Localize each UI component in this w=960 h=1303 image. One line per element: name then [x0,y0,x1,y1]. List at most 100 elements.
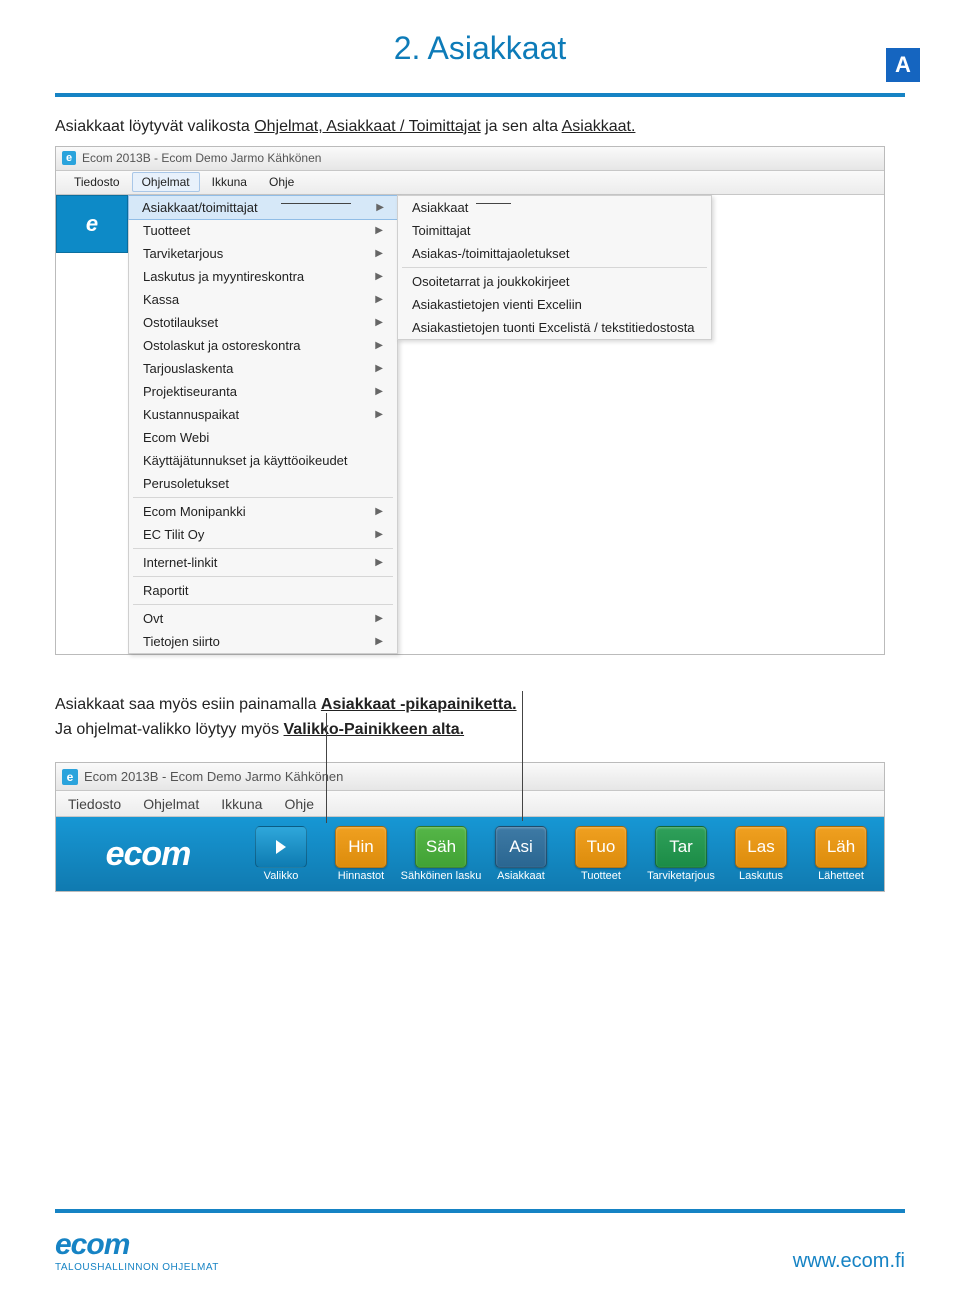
menu-ohjelmat[interactable]: Ohjelmat [132,172,200,192]
menu-separator [133,497,393,498]
menubar: Tiedosto Ohjelmat Ikkuna Ohje [56,171,884,195]
mid1a: Asiakkaat saa myös esiin painamalla [55,696,321,713]
submenu-item[interactable]: Asiakastietojen tuonti Excelistä / tekst… [398,316,711,339]
toolbar-item-valikko: Valikko [246,826,316,882]
las-button[interactable]: Las [735,826,787,868]
menu-ohje[interactable]: Ohje [259,172,304,192]
menu-item[interactable]: Internet-linkit ▶ [129,551,397,574]
toolbar-item-lah: Läh Lähetteet [806,826,876,882]
menu-item-label: Ecom Webi [143,430,209,445]
submenu-arrow-icon: ▶ [375,248,383,259]
menu-item[interactable]: Ostotilaukset▶ [129,311,397,334]
menu-item-label: Perusoletukset [143,476,229,491]
menu-item-label: Ovt [143,611,163,626]
asi-button[interactable]: Asi [495,826,547,868]
mid1b: Asiakkaat -pikapainiketta. [321,696,517,713]
submenu-arrow-icon: ▶ [375,363,383,374]
menu-separator [402,267,707,268]
footer-rule [55,1209,905,1213]
submenu-item-label: Toimittajat [412,223,471,238]
menu-item-label: Raportit [143,583,189,598]
toolbar-label: Asiakkaat [497,870,545,882]
mid-text-1: Asiakkaat saa myös esiin painamalla Asia… [55,695,905,716]
menu-item[interactable]: Käyttäjätunnukset ja käyttöoikeudet [129,449,397,472]
submenu-item-label: Osoitetarrat ja joukkokirjeet [412,274,570,289]
menu-item[interactable]: EC Tilit Oy▶ [129,523,397,546]
footer: ecom TALOUSHALLINNON OHJELMAT www.ecom.f… [55,1228,905,1273]
toolbar-label: Tarviketarjous [647,870,715,882]
toolbar: ecom ValikkoHinHinnastotSähSähköinen las… [56,817,884,891]
menu-item[interactable]: Raportit [129,579,397,602]
app-icon: e [62,151,76,165]
dropdown-col2: Asiakkaat Toimittajat Asiakas-/toimittajao… [397,195,712,340]
menu2-ohje[interactable]: Ohje [284,796,314,812]
window-title: Ecom 2013B - Ecom Demo Jarmo Kähkönen [82,151,321,165]
submenu-arrow-icon: ▶ [375,340,383,351]
app-icon: e [62,769,78,785]
submenu-item[interactable]: Asiakkaat [398,196,711,219]
menu-item[interactable]: Ecom Monipankki▶ [129,500,397,523]
menu-item[interactable]: Ecom Webi [129,426,397,449]
submenu-item[interactable]: Osoitetarrat ja joukkokirjeet [398,270,711,293]
menu-item-label: Tuotteet [143,223,190,238]
footer-url: www.ecom.fi [793,1250,905,1273]
menu-item-label: Projektiseuranta [143,384,237,399]
screenshot-menu: e Ecom 2013B - Ecom Demo Jarmo Kähkönen … [55,146,885,655]
menu-item[interactable]: Kassa ▶ [129,288,397,311]
toolbar-label: Sähköinen lasku [401,870,482,882]
menu-item[interactable]: Tuotteet ▶ [129,219,397,242]
submenu-item[interactable]: Toimittajat [398,219,711,242]
tuo-button[interactable]: Tuo [575,826,627,868]
page-title: 2. Asiakkaat [0,30,960,67]
submenu-item[interactable]: Asiakas-/toimittajaoletukset [398,242,711,265]
intro-u1: Ohjelmat, Asiakkaat / Toimittajat [254,118,480,135]
submenu-arrow-icon: ▶ [375,294,383,305]
menu-item[interactable]: Projektiseuranta ▶ [129,380,397,403]
toolbar-item-tuo: TuoTuotteet [566,826,636,882]
menu-separator [133,604,393,605]
mid-text-2: Ja ohjelmat-valikko löytyy myös Valikko-… [55,720,905,741]
hin-button[interactable]: Hin [335,826,387,868]
sah-button[interactable]: Säh [415,826,467,868]
window-titlebar-2: e Ecom 2013B - Ecom Demo Jarmo Kähkönen [56,763,884,791]
menu-item-label: Tarjouslaskenta [143,361,233,376]
menu2-tiedosto[interactable]: Tiedosto [68,796,121,812]
menu2-ohjelmat[interactable]: Ohjelmat [143,796,199,812]
submenu-arrow-icon: ▶ [375,386,383,397]
tar-button[interactable]: Tar [655,826,707,868]
menu-tiedosto[interactable]: Tiedosto [64,172,130,192]
toolbar-item-asi: Asi Asiakkaat [486,826,556,882]
menu-item[interactable]: Ostolaskut ja ostoreskontra ▶ [129,334,397,357]
menu-item[interactable]: Laskutus ja myyntireskontra▶ [129,265,397,288]
menu-separator [133,548,393,549]
valikko-button[interactable] [255,826,307,868]
menu2-ikkuna[interactable]: Ikkuna [221,796,262,812]
menu-item[interactable]: Tarviketarjous▶ [129,242,397,265]
toolbar-item-hin: HinHinnastot [326,826,396,882]
menu-item[interactable]: Ovt▶ [129,607,397,630]
intro-p2: ja sen alta [481,118,562,135]
menu-item-label: Ostolaskut ja ostoreskontra [143,338,301,353]
menu-item[interactable]: Perusoletukset [129,472,397,495]
ecom-logo: ecom [64,835,232,874]
menu-item[interactable]: Kustannuspaikat▶ [129,403,397,426]
menu-item[interactable]: Asiakkaat/toimittajat▶ [128,195,398,220]
submenu-arrow-icon: ▶ [375,225,383,236]
pointer-line [476,203,511,204]
toolbar-item-sah: SähSähköinen lasku [406,826,476,882]
menu-item-label: Kassa [143,292,179,307]
menu-ikkuna[interactable]: Ikkuna [202,172,257,192]
pointer-line [326,713,327,823]
menu-item[interactable]: Tietojen siirto▶ [129,630,397,653]
menu-item-label: Kustannuspaikat [143,407,239,422]
menu-item[interactable]: Tarjouslaskenta ▶ [129,357,397,380]
dropdown-col1: Asiakkaat/toimittajat▶Tuotteet▶Tarviketa… [128,195,398,654]
lah-button[interactable]: Läh [815,826,867,868]
toolbar-label: Lähetteet [818,870,864,882]
footer-tagline: TALOUSHALLINNON OHJELMAT [55,1262,219,1273]
submenu-item[interactable]: Asiakastietojen vienti Exceliin [398,293,711,316]
toolbar-item-las: LasLaskutus [726,826,796,882]
toolbar-item-tar: Tar Tarviketarjous [646,826,716,882]
menu-item-label: Internet-linkit [143,555,217,570]
submenu-arrow-icon: ▶ [375,557,383,568]
